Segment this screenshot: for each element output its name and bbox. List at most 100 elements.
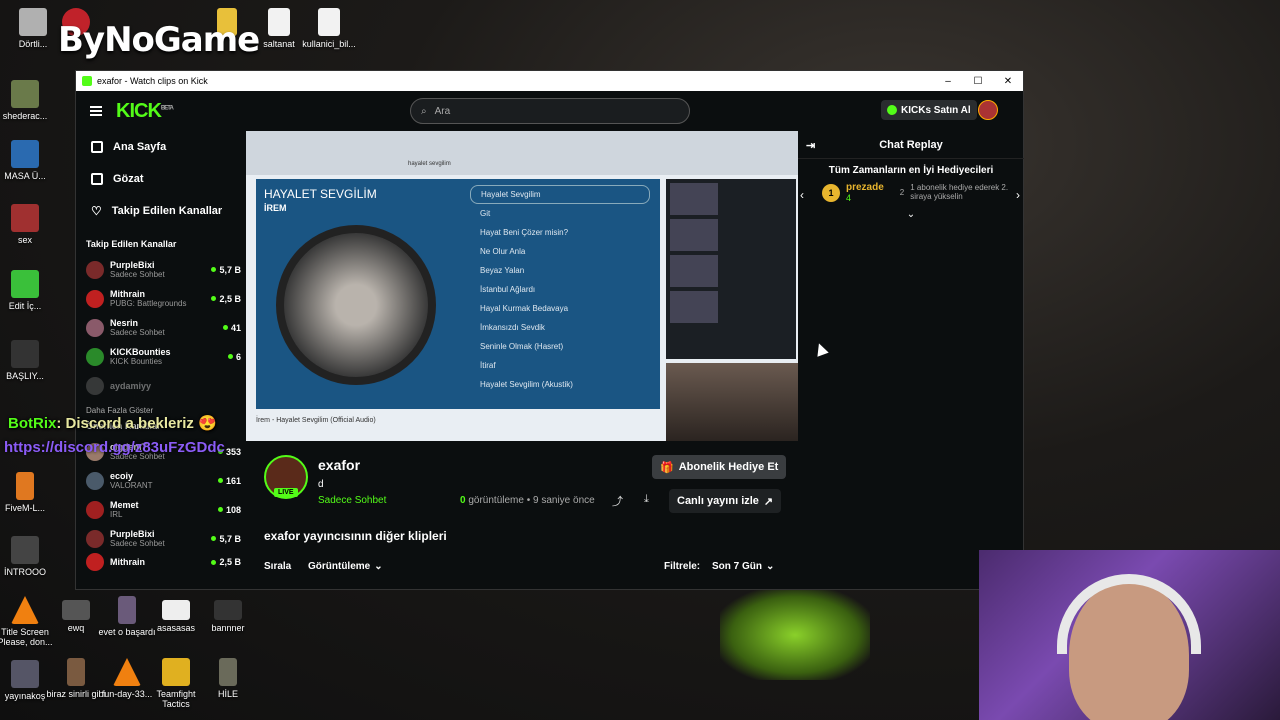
search-input[interactable]: ⌕ Ara [410, 98, 690, 124]
thumbnail [670, 255, 718, 287]
desktop-icon-kullanici[interactable]: kullanici_bil... [298, 8, 360, 49]
channel-item[interactable]: Mithrain PUBG: Battlegrounds 2,5 B [86, 284, 246, 313]
window-title: exafor - Watch clips on Kick [97, 76, 208, 86]
computer-icon [11, 140, 39, 168]
gift-subscription-button[interactable]: 🎁 Abonelik Hediye Et [652, 455, 787, 479]
channel-item[interactable]: ecoiy VALORANT 161 [86, 466, 246, 495]
image-icon [67, 658, 85, 686]
music-video-frame: HAYALET SEVGİLİM İREM Hayalet Sevgilim G… [256, 179, 660, 409]
live-badge: LIVE [274, 488, 298, 497]
video-icon [11, 340, 39, 368]
desktop-icon-bannner[interactable]: bannner [197, 600, 259, 633]
inner-search-text: hayalet sevgilim [408, 161, 451, 167]
desktop-icon-basliyor[interactable]: BAŞLIY... [0, 340, 56, 381]
download-icon[interactable]: ⤓ [644, 493, 649, 506]
desktop-icon-shederac[interactable]: shederac... [0, 80, 56, 121]
watch-live-button[interactable]: Canlı yayını izle ↗ [669, 489, 782, 513]
browser-window: exafor - Watch clips on Kick – ☐ ✕ KICKB… [75, 70, 1024, 590]
playlist-item: Hayat Beni Çözer misin? [480, 228, 569, 237]
view-count: 0 görüntüleme • 9 saniye önce [460, 495, 595, 506]
filter-dropdown[interactable]: Son 7 Gün ⌄ [706, 555, 780, 577]
nav-home[interactable]: Ana Sayfa [86, 131, 246, 163]
song-title: HAYALET SEVGİLİM [264, 187, 377, 201]
live-dot-icon [211, 296, 217, 301]
collapse-chat-icon[interactable]: ⇥ [806, 139, 815, 152]
thumbnail [670, 291, 718, 323]
chat-title: Chat Replay [879, 138, 943, 151]
buy-kicks-button[interactable]: KICKs Satın Al [881, 100, 977, 120]
live-dot-icon [211, 267, 217, 272]
nav-following[interactable]: ♡ Takip Edilen Kanallar [86, 195, 246, 227]
avatar [86, 471, 104, 490]
desktop-icon-sex[interactable]: sex [0, 204, 56, 245]
heart-icon: ♡ [91, 204, 102, 218]
top-gifter-row: ‹ 1 prezade 4 2 1 abonelik hediye ederek… [798, 176, 1024, 209]
channel-item-offline[interactable]: aydamiyy [86, 371, 246, 400]
desktop-icon-hile[interactable]: HİLE [197, 658, 259, 699]
webcam-overlay [979, 550, 1280, 720]
desktop-icon-edit[interactable]: Edit İç... [0, 270, 56, 311]
desktop-icon-masa[interactable]: MASA Ü... [0, 140, 56, 181]
nav-browse[interactable]: Gözat [86, 163, 246, 195]
chevron-left-icon[interactable]: ‹ [800, 188, 804, 202]
filter-label: Filtrele: [664, 561, 701, 572]
sort-dropdown[interactable]: Görüntüleme ⌄ [302, 555, 389, 577]
kick-logo[interactable]: KICKBETA [116, 100, 174, 123]
vlc-icon [11, 596, 39, 624]
shortcut-icon [19, 8, 47, 36]
gift-icon: 🎁 [660, 461, 674, 474]
streamer-name[interactable]: exafor [318, 457, 360, 473]
maximize-button[interactable]: ☐ [963, 76, 993, 87]
kick-favicon-icon [82, 76, 92, 86]
external-link-icon: ↗ [763, 495, 774, 508]
artist-name: İREM [264, 203, 287, 213]
image-icon [62, 600, 90, 620]
chat-panel: ⇥ Chat Replay Tüm Zamanların en İyi Hedi… [798, 131, 1024, 591]
image-icon [214, 600, 242, 620]
desktop-icon-fivem[interactable]: FiveM-L... [0, 472, 56, 513]
gift-hint: 1 abonelik hediye ederek 2. siraya yükse… [910, 182, 1009, 201]
share-icon[interactable]: ⤴ [612, 493, 623, 509]
playlist-item: Hayalet Sevgilim [470, 185, 650, 204]
channel-item[interactable]: PurpleBixi Sadece Sohbet 5,7 B [86, 255, 246, 284]
recommendation-item [670, 291, 792, 323]
channel-item[interactable]: Memet IRL 108 [86, 495, 246, 524]
recommendation-item [670, 183, 792, 215]
video-player[interactable]: hayalet sevgilim HAYALET SEVGİLİM İREM H… [246, 131, 798, 441]
image-icon [11, 80, 39, 108]
browse-icon [91, 173, 103, 185]
menu-icon[interactable] [90, 106, 102, 116]
app-icon [11, 270, 39, 298]
recommendation-item [670, 219, 792, 251]
chat-overlay-message: BotRix: Discord a bekleriz 😍 [8, 415, 217, 432]
playlist: Hayalet Sevgilim Git Hayat Beni Çözer mi… [470, 185, 650, 394]
discord-link-overlay: https://discord.gg/z83uFzGDdc [4, 439, 225, 456]
channel-item[interactable]: PurpleBixi Sadece Sohbet 5,7 B [86, 524, 246, 553]
avatar [86, 347, 104, 366]
channel-item[interactable]: Nesrin Sadece Sohbet 41 [86, 313, 246, 342]
tft-icon [162, 658, 190, 686]
close-button[interactable]: ✕ [993, 76, 1023, 87]
clip-title: d [318, 479, 324, 490]
sidebar: Ana Sayfa Gözat ♡ Takip Edilen Kanallar … [76, 131, 246, 591]
album-portrait [276, 225, 436, 385]
minimize-button[interactable]: – [933, 76, 963, 87]
search-placeholder: Ara [434, 105, 451, 117]
chevron-right-icon[interactable]: › [1016, 188, 1020, 202]
playlist-item: Hayal Kurmak Bedavaya [480, 304, 569, 313]
playlist-item: İmkansızdı Sevdik [480, 323, 545, 332]
avatar [86, 318, 104, 337]
channel-item[interactable]: Mithrain 2,5 B [86, 553, 246, 571]
followed-header: Takip Edilen Kanallar [86, 239, 177, 249]
category-link[interactable]: Sadece Sohbet [318, 495, 386, 506]
user-avatar[interactable] [978, 100, 998, 120]
avatar [86, 289, 104, 308]
channel-item[interactable]: KICKBounties KICK Bounties 6 [86, 342, 246, 371]
document-icon [318, 8, 340, 36]
expand-icon[interactable]: ⌄ [798, 209, 1024, 220]
image-icon [219, 658, 237, 686]
video-caption: İrem - Hayalet Sevgilim (Official Audio) [256, 417, 376, 424]
home-icon [91, 141, 103, 153]
youtube-recommendations [666, 179, 796, 359]
desktop-icon-introoo[interactable]: İNTROOO [0, 536, 56, 577]
